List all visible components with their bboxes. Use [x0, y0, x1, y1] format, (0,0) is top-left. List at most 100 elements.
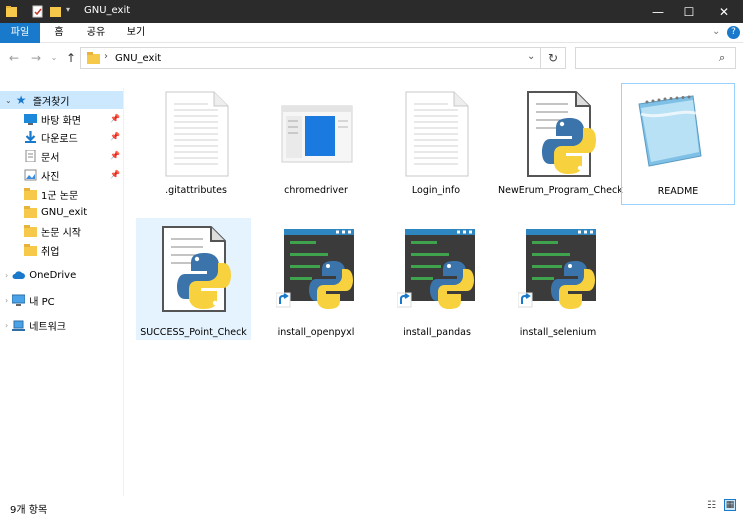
back-arrow-icon[interactable]: ← — [7, 51, 21, 65]
file-name: chromedriver — [284, 185, 348, 196]
network-icon — [12, 320, 26, 331]
file-item[interactable]: README — [621, 83, 735, 205]
sidebar-item-label: 바탕 화면 — [41, 115, 81, 127]
file-name: .gitattributes — [165, 185, 227, 196]
ribbon-expand-icon[interactable]: ⌄ — [712, 26, 720, 37]
sidebar-item-folder-gnu-exit[interactable]: GNU_exit — [24, 203, 87, 221]
sidebar-item-label: 다운로드 — [41, 133, 78, 145]
executable-window-icon — [281, 105, 353, 163]
folder-icon — [6, 6, 17, 17]
sidebar-item-downloads[interactable]: 다운로드 — [24, 128, 78, 146]
sidebar-item-this-pc[interactable]: › 내 PC — [5, 291, 55, 309]
notepad-icon — [638, 95, 702, 167]
breadcrumb-chevron-icon[interactable]: › — [104, 51, 108, 62]
python-shortcut-icon — [276, 229, 354, 309]
sidebar-item-folder-paper-start[interactable]: 논문 시작 — [24, 222, 81, 240]
navigation-pane: ⌄ ★ 즐겨찾기 바탕 화면 📌 다운로드 📌 문서 📌 사진 📌 1군 논문 … — [0, 88, 124, 496]
pin-icon[interactable]: 📌 — [110, 114, 120, 123]
sidebar-item-pictures[interactable]: 사진 — [24, 166, 59, 184]
file-item[interactable]: install_openpyxl — [259, 218, 373, 338]
folder-icon — [24, 206, 37, 218]
address-bar[interactable]: › GNU_exit ⌄ — [80, 47, 541, 69]
recent-locations-icon[interactable]: ⌄ — [47, 51, 61, 65]
python-file-icon — [162, 226, 231, 312]
sidebar-item-documents[interactable]: 문서 — [24, 147, 59, 165]
sidebar-item-label: 사진 — [41, 171, 60, 183]
sidebar-item-folder-papers[interactable]: 1군 논문 — [24, 185, 78, 203]
window-title: GNU_exit — [84, 5, 131, 16]
help-icon[interactable]: ? — [727, 26, 740, 39]
maximize-button[interactable]: ☐ — [670, 0, 708, 23]
details-view-icon[interactable]: ☷ — [707, 500, 716, 511]
sidebar-item-folder-jobs[interactable]: 취업 — [24, 241, 59, 259]
pictures-icon — [24, 169, 37, 181]
expand-chevron-icon[interactable]: › — [5, 296, 8, 305]
folder-icon — [24, 188, 37, 200]
expand-chevron-icon[interactable]: › — [5, 271, 8, 280]
file-item[interactable]: install_pandas — [380, 218, 494, 338]
ribbon-tabs: 파일 홈 공유 보기 ⌄ ? — [0, 23, 743, 43]
expand-chevron-icon[interactable]: › — [5, 321, 8, 330]
large-icons-view-icon[interactable]: ▦ — [724, 499, 736, 511]
python-shortcut-icon — [397, 229, 475, 309]
star-icon: ★ — [15, 93, 27, 107]
file-name: NewErum_Program_Check — [498, 185, 623, 196]
python-shortcut-icon — [518, 229, 596, 309]
file-item[interactable]: NewErum_Program_Check — [498, 83, 623, 203]
sidebar-item-label: 취업 — [41, 246, 60, 258]
sidebar-item-desktop[interactable]: 바탕 화면 — [24, 110, 81, 128]
sidebar-item-label: 논문 시작 — [41, 227, 81, 239]
tab-file[interactable]: 파일 — [0, 23, 40, 43]
search-input[interactable]: ⌕ — [575, 47, 736, 69]
cloud-icon — [12, 271, 26, 279]
item-count: 9개 항목 — [10, 505, 48, 516]
new-folder-icon[interactable] — [49, 4, 62, 19]
tab-share[interactable]: 공유 — [83, 23, 109, 43]
collapse-chevron-icon[interactable]: ⌄ — [5, 96, 12, 105]
computer-icon — [12, 294, 26, 306]
file-item[interactable]: install_selenium — [501, 218, 615, 338]
navigation-bar: ← → ⌄ ↑ › GNU_exit ⌄ ↻ ⌕ — [0, 43, 743, 74]
file-item[interactable]: SUCCESS_Point_Check — [136, 218, 251, 340]
pin-icon[interactable]: 📌 — [110, 132, 120, 141]
sidebar-item-network[interactable]: › 네트워크 — [5, 316, 66, 334]
download-icon — [25, 131, 36, 143]
sidebar-item-onedrive[interactable]: › OneDrive — [5, 266, 76, 284]
document-icon — [25, 150, 36, 162]
address-history-icon[interactable]: ⌄ — [527, 51, 535, 62]
sidebar-item-label: 문서 — [41, 152, 60, 164]
desktop-icon — [24, 114, 37, 125]
title-bar: ▾ GNU_exit — ☐ ✕ — [0, 0, 743, 23]
text-file-icon — [405, 91, 469, 177]
sidebar-item-label: 1군 논문 — [41, 190, 79, 202]
folder-icon — [24, 225, 37, 237]
sidebar-item-label: GNU_exit — [41, 206, 88, 218]
tab-view[interactable]: 보기 — [123, 23, 149, 43]
file-name: install_openpyxl — [277, 327, 355, 338]
sidebar-item-label: OneDrive — [29, 269, 77, 281]
text-file-icon — [165, 91, 229, 177]
file-item[interactable]: Login_info — [379, 83, 493, 203]
properties-icon[interactable] — [31, 4, 44, 19]
file-item[interactable]: .gitattributes — [139, 83, 253, 203]
forward-arrow-icon[interactable]: → — [29, 51, 43, 65]
file-name: install_selenium — [519, 327, 597, 338]
tab-home[interactable]: 홈 — [48, 23, 70, 43]
file-name: install_pandas — [403, 327, 471, 338]
pin-icon[interactable]: 📌 — [110, 170, 120, 179]
status-bar: 9개 항목 ☷ ▦ — [0, 496, 743, 516]
close-button[interactable]: ✕ — [705, 0, 743, 23]
sidebar-item-label: 네트워크 — [29, 321, 67, 333]
sidebar-item-quick-access[interactable]: ⌄ ★ 즐겨찾기 — [5, 91, 70, 109]
up-arrow-icon[interactable]: ↑ — [64, 51, 78, 65]
pin-icon[interactable]: 📌 — [110, 151, 120, 160]
breadcrumb-current[interactable]: GNU_exit — [115, 53, 161, 64]
python-file-icon — [527, 91, 596, 177]
file-name: README — [657, 186, 699, 197]
refresh-button[interactable]: ↻ — [541, 47, 566, 69]
file-item[interactable]: chromedriver — [259, 83, 373, 203]
quick-access-dropdown-icon[interactable]: ▾ — [66, 5, 70, 14]
sidebar-item-label: 내 PC — [29, 296, 55, 308]
file-list: .gitattributes chromedriver Login_info N… — [124, 74, 743, 496]
search-icon: ⌕ — [719, 51, 726, 64]
